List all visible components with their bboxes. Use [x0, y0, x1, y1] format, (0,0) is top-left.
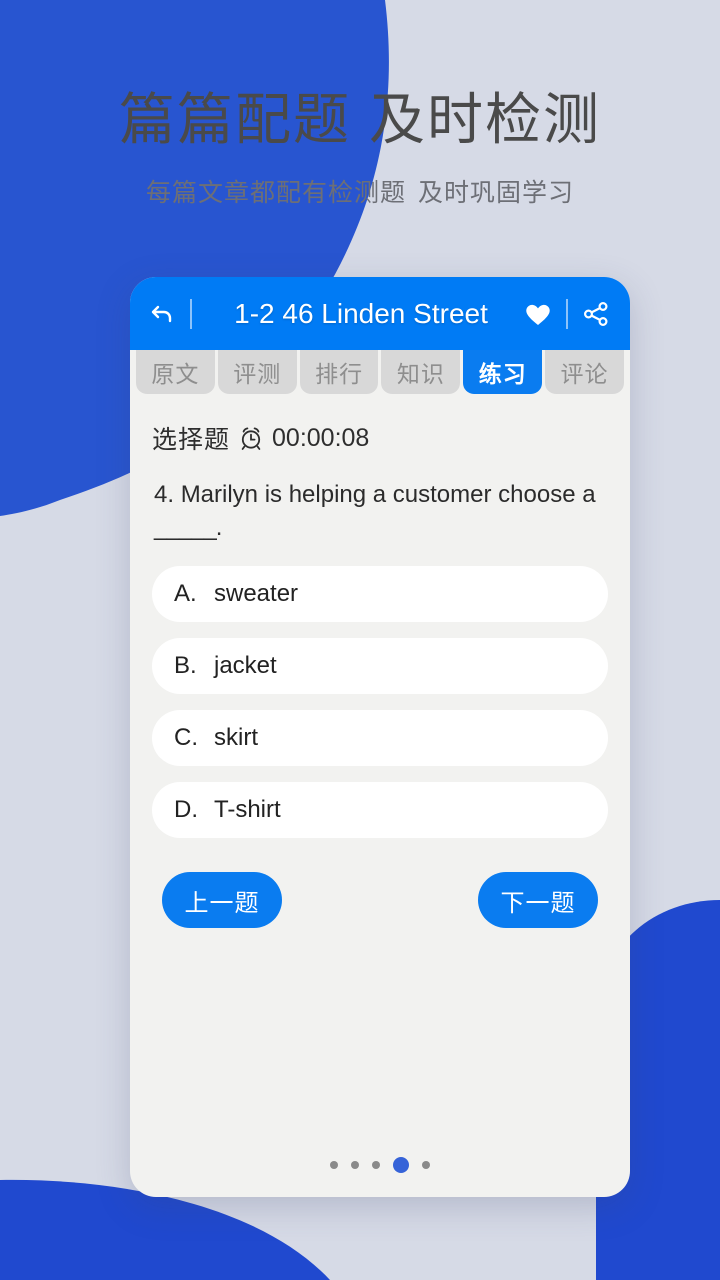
promo-subheadline-left: 每篇文章都配有检测题: [145, 179, 406, 207]
next-question-button[interactable]: 下一题: [478, 872, 598, 928]
promo-subheadline-right: 及时巩固学习: [418, 179, 575, 207]
tab-pinglun[interactable]: 评论: [545, 350, 624, 394]
quiz-timer: 00:00:08: [272, 423, 370, 452]
promo-text-block: 篇篇配题 及时检测 每篇文章都配有检测题 及时巩固学习: [0, 86, 720, 210]
question-text: 4. Marilyn is helping a customer choose …: [152, 478, 608, 544]
page-dot[interactable]: [330, 1161, 338, 1169]
option-b[interactable]: B. jacket: [152, 638, 608, 694]
option-d[interactable]: D. T-shirt: [152, 782, 608, 838]
option-key: A.: [174, 580, 197, 607]
share-icon[interactable]: [578, 296, 614, 332]
tab-yuanwen[interactable]: 原文: [136, 350, 215, 394]
option-c[interactable]: C. skirt: [152, 710, 608, 766]
page-dot[interactable]: [422, 1161, 430, 1169]
tab-label: 练习: [478, 361, 527, 387]
quiz-meta-row: 选择题 00:00:08: [152, 420, 608, 456]
tab-label: 评测: [233, 361, 282, 387]
option-text: sweater: [214, 580, 299, 607]
promo-headline: 篇篇配题 及时检测: [0, 86, 720, 154]
tab-label: 知识: [396, 361, 445, 387]
promo-headline-left: 篇篇配题: [119, 88, 351, 151]
quiz-panel: 选择题 00:00:08 4. Marilyn is helping a cus…: [130, 402, 630, 928]
promo-subheadline: 每篇文章都配有检测题 及时巩固学习: [0, 176, 720, 210]
tab-zhishi[interactable]: 知识: [381, 350, 461, 394]
page-dot[interactable]: [351, 1161, 359, 1169]
article-title: 1-2 46 Linden Street: [234, 297, 488, 329]
app-bar: 1-2 46 Linden Street: [130, 277, 630, 350]
tab-lianxi[interactable]: 练习: [463, 350, 543, 394]
option-text: T-shirt: [214, 796, 281, 823]
question-blank: _____.: [154, 514, 222, 541]
tab-paihang[interactable]: 排行: [299, 350, 379, 394]
page-dot-active[interactable]: [393, 1157, 409, 1173]
option-text: skirt: [214, 724, 258, 751]
tab-label: 评论: [560, 361, 609, 387]
previous-question-button[interactable]: 上一题: [162, 872, 282, 928]
option-key: C.: [174, 724, 198, 751]
page-dot[interactable]: [372, 1161, 380, 1169]
option-text: jacket: [214, 652, 277, 679]
question-number: 4.: [154, 481, 175, 508]
page-indicator: [130, 1157, 630, 1173]
appbar-divider-right: [566, 298, 568, 329]
tab-label: 排行: [315, 361, 364, 387]
quiz-type-label: 选择题: [152, 426, 231, 454]
option-key: D.: [174, 796, 198, 823]
appbar-divider-left: [190, 298, 192, 329]
heart-icon[interactable]: [520, 296, 556, 332]
back-arrow-icon[interactable]: [144, 296, 180, 332]
promo-headline-right: 及时检测: [369, 88, 601, 151]
tab-pingce[interactable]: 评测: [217, 350, 297, 394]
alarm-clock-icon: [238, 425, 264, 451]
tab-label: 原文: [151, 361, 200, 387]
quiz-navigation: 上一题 下一题: [152, 872, 608, 928]
question-body: Marilyn is helping a customer choose a: [180, 481, 596, 508]
option-key: B.: [174, 652, 197, 679]
phone-mockup: 1-2 46 Linden Street 原文 评测 排行 知识 练习 评论 选…: [130, 277, 630, 1197]
tab-bar: 原文 评测 排行 知识 练习 评论: [130, 350, 630, 402]
option-a[interactable]: A. sweater: [152, 566, 608, 622]
option-list: A. sweater B. jacket C. skirt D. T-shirt: [152, 566, 608, 838]
promo-screenshot: 篇篇配题 及时检测 每篇文章都配有检测题 及时巩固学习 1-2 46 Linden …: [0, 0, 720, 1280]
